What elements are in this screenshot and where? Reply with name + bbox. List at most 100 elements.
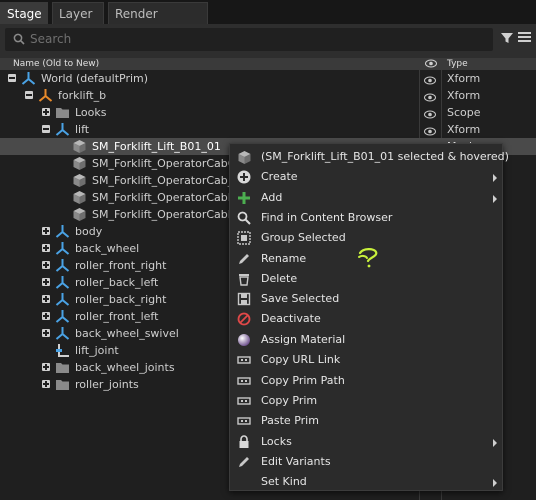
- name-column-header[interactable]: Name (Old to New): [13, 58, 99, 70]
- tab-render-settings[interactable]: Render Settings: [108, 2, 208, 43]
- tree-row-label: SM_Forklift_OperatorCab_B0: [92, 174, 248, 187]
- tree-row-label: back_wheel_swivel: [75, 327, 179, 340]
- xform-axes-icon: [55, 224, 70, 239]
- stage-toolbar: Search: [0, 24, 536, 58]
- expand-icon[interactable]: [42, 295, 50, 303]
- folder-icon: [55, 360, 70, 375]
- tree-row-label: roller_joints: [75, 378, 139, 391]
- expand-icon[interactable]: [42, 278, 50, 286]
- tab-layer[interactable]: Layer: [52, 2, 104, 24]
- expand-icon[interactable]: [42, 329, 50, 337]
- tree-row-label: SM_Forklift_OperatorCabPed: [92, 208, 248, 221]
- expand-icon[interactable]: [42, 108, 50, 116]
- filter-icon[interactable]: [500, 31, 514, 45]
- menu-item-label: Add: [261, 191, 283, 204]
- tree-row-label: forklift_b: [58, 89, 107, 102]
- menu-item-paste-prim[interactable]: Paste Prim: [230, 411, 502, 431]
- pencil-icon: [237, 252, 251, 266]
- menu-item-label: Create: [261, 170, 298, 183]
- menu-item-create[interactable]: Create: [230, 167, 502, 187]
- mesh-cube-icon: [72, 190, 87, 205]
- menu-item-copy-prim-path[interactable]: Copy Prim Path: [230, 371, 502, 391]
- menu-item-label: Copy URL Link: [261, 353, 341, 366]
- expand-icon[interactable]: [42, 312, 50, 320]
- mesh-cube-icon: [72, 156, 87, 171]
- tree-row-label: body: [75, 225, 103, 238]
- pencil-icon: [237, 455, 251, 469]
- joint-icon: [55, 343, 70, 358]
- tab-bar: Stage Layer Render Settings: [0, 0, 536, 43]
- type-column-header[interactable]: Type: [447, 58, 468, 70]
- link-icon: [237, 374, 251, 388]
- column-header: Name (Old to New) Type: [0, 58, 536, 70]
- menu-item-label: Deactivate: [261, 312, 321, 325]
- collapse-icon[interactable]: [8, 74, 16, 82]
- expand-icon[interactable]: [42, 244, 50, 252]
- tree-row[interactable]: lift Xform: [0, 121, 536, 138]
- expand-icon[interactable]: [42, 363, 50, 371]
- menu-item-label: (SM_Forklift_Lift_B01_01 selected & hove…: [261, 150, 509, 163]
- menu-item-set-kind[interactable]: Set Kind: [230, 472, 502, 492]
- save-icon: [237, 292, 251, 306]
- menu-item-label: Copy Prim Path: [261, 374, 345, 387]
- tree-row[interactable]: World (defaultPrim) Xform: [0, 70, 536, 87]
- xform-axes-orange-icon: [38, 88, 53, 103]
- menu-item-copy-url-link[interactable]: Copy URL Link: [230, 350, 502, 370]
- menu-item-label: Find in Content Browser: [261, 211, 393, 224]
- tree-row-label: lift: [75, 123, 90, 136]
- tree-row[interactable]: Looks Scope: [0, 104, 536, 121]
- menu-item-assign-material[interactable]: Assign Material: [230, 330, 502, 350]
- menu-item-delete[interactable]: Delete: [230, 269, 502, 289]
- menu-item-sm-forklift-lift-b01-01-selected-hovered[interactable]: (SM_Forklift_Lift_B01_01 selected & hove…: [230, 147, 509, 167]
- hamburger-menu-icon[interactable]: [518, 31, 531, 43]
- trash-icon: [237, 272, 251, 286]
- submenu-arrow-icon: [493, 479, 497, 487]
- question-mark-annotation-icon: [358, 248, 378, 268]
- mesh-cube-icon: [237, 150, 251, 164]
- tab-stage[interactable]: Stage: [0, 2, 48, 24]
- tree-row-label: SM_Forklift_Lift_B01_01: [92, 140, 221, 153]
- menu-item-label: Locks: [261, 435, 292, 448]
- tree-row-type: Xform: [447, 72, 481, 85]
- plus-circle-icon: [237, 170, 251, 184]
- visibility-eye-icon[interactable]: [425, 59, 437, 68]
- search-input[interactable]: Search: [5, 28, 493, 51]
- search-icon: [13, 33, 25, 45]
- xform-axes-icon: [55, 326, 70, 341]
- menu-item-label: Rename: [261, 252, 307, 265]
- group-icon: [237, 231, 251, 245]
- folder-icon: [55, 105, 70, 120]
- submenu-arrow-icon: [493, 174, 497, 182]
- collapse-icon[interactable]: [42, 125, 50, 133]
- tree-row-label: SM_Forklift_OperatorCabGla: [92, 157, 247, 170]
- expand-icon[interactable]: [42, 380, 50, 388]
- plus-green-icon: [237, 191, 251, 205]
- menu-item-copy-prim[interactable]: Copy Prim: [230, 391, 502, 411]
- xform-axes-icon: [55, 241, 70, 256]
- menu-item-save-selected[interactable]: Save Selected: [230, 289, 502, 309]
- xform-axes-icon: [55, 292, 70, 307]
- tree-row-label: lift_joint: [75, 344, 119, 357]
- collapse-icon[interactable]: [25, 91, 33, 99]
- xform-axes-icon: [55, 309, 70, 324]
- expand-icon[interactable]: [42, 227, 50, 235]
- menu-item-group-selected[interactable]: Group Selected: [230, 228, 502, 248]
- tree-row[interactable]: forklift_b Xform: [0, 87, 536, 104]
- menu-item-find-in-content-browser[interactable]: Find in Content Browser: [230, 208, 502, 228]
- search-placeholder: Search: [30, 32, 72, 46]
- xform-axes-icon: [55, 258, 70, 273]
- menu-item-deactivate[interactable]: Deactivate: [230, 309, 502, 329]
- context-menu: (SM_Forklift_Lift_B01_01 selected & hove…: [229, 143, 509, 492]
- menu-item-edit-variants[interactable]: Edit Variants: [230, 452, 502, 472]
- mesh-cube-icon: [72, 139, 87, 154]
- mesh-cube-icon: [72, 173, 87, 188]
- deactivate-icon: [237, 312, 251, 326]
- tree-row-type: Xform: [447, 89, 481, 102]
- expand-icon[interactable]: [42, 261, 50, 269]
- menu-item-label: Group Selected: [261, 231, 346, 244]
- menu-item-add[interactable]: Add: [230, 188, 502, 208]
- menu-item-label: Set Kind: [261, 475, 307, 488]
- menu-item-locks[interactable]: Locks: [230, 432, 502, 452]
- menu-item-label: Copy Prim: [261, 394, 318, 407]
- xform-axes-icon: [21, 71, 36, 86]
